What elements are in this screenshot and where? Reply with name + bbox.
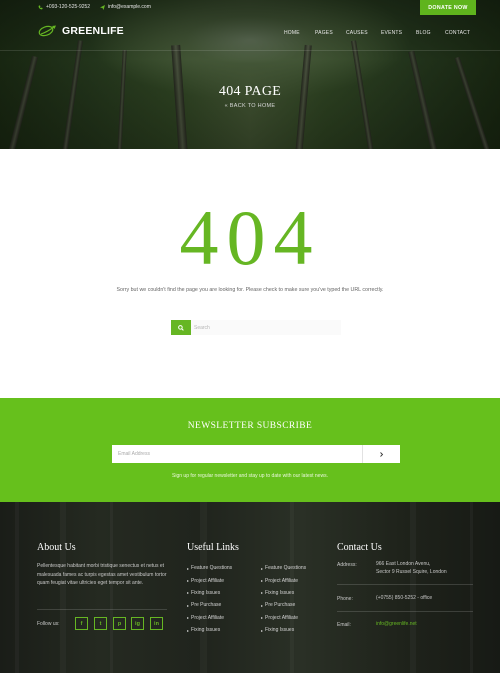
footer-link[interactable]: ▸ Project Affiliate (261, 612, 306, 624)
search-button[interactable] (171, 320, 191, 335)
footer-link-label: Project Affiliate (265, 614, 298, 621)
error-code: 404 (179, 194, 321, 281)
footer-link[interactable]: ▸ Project Affiliate (187, 612, 232, 624)
footer-about-divider (37, 609, 167, 610)
footer-link-label: Fixing Issues (265, 589, 295, 596)
contact-divider (337, 584, 473, 585)
page-header-hero: +093-120-525-9252 info@example.com DONAT… (0, 0, 500, 149)
contact-phone-label: Phone: (337, 596, 353, 602)
contact-address-value: 966 East London Avenu, Sector 9 Russel S… (376, 560, 447, 576)
caret-right-icon: ▸ (261, 627, 264, 633)
footer-link-label: Fixing Issues (191, 589, 221, 596)
footer-link[interactable]: ▸ Fixing Issues (261, 587, 306, 599)
linkedin-icon[interactable]: in (150, 617, 163, 630)
footer-link[interactable]: ▸ Fixing Issues (187, 624, 232, 636)
pinterest-icon[interactable]: p (113, 617, 126, 630)
footer-about-text: Pellentesque habitant morbi tristique se… (37, 563, 167, 587)
footer-links-column-1: ▸ Feature Questions ▸ Project Affiliate ▸ F… (187, 562, 232, 636)
forest-decoration (15, 502, 19, 673)
newsletter-note: Sign up for regular newsletter and stay … (172, 473, 328, 479)
header-divider (0, 50, 500, 51)
caret-right-icon: ▸ (187, 615, 190, 621)
search-form (171, 320, 341, 335)
footer-link[interactable]: ▸ Feature Questions (187, 562, 232, 574)
caret-right-icon: ▸ (261, 590, 264, 596)
footer-link-label: Pre Purchase (191, 602, 222, 609)
page-title: 404 PAGE (218, 84, 282, 99)
footer-link-label: Pre Purchase (265, 602, 296, 609)
newsletter-section: NEWSLETTER SUBSCRIBE Sign up for regular… (0, 398, 500, 502)
footer-links-column-2: ▸ Feature Questions ▸ Project Affiliate ▸ F… (261, 562, 306, 636)
main-navigation: HOME PAGES CAUSES EVENTS BLOG CONTACT (0, 30, 500, 38)
nav-item-pages[interactable]: PAGES (315, 30, 333, 36)
footer-link[interactable]: ▸ Pre Purchase (187, 599, 232, 611)
footer-link-label: Fixing Issues (265, 627, 295, 634)
caret-right-icon: ▸ (187, 578, 190, 584)
donate-now-button[interactable]: DONATE NOW (420, 0, 476, 15)
forest-decoration (410, 502, 416, 673)
newsletter-email-input[interactable] (112, 445, 362, 463)
caret-right-icon: ▸ (261, 615, 264, 621)
contact-address-line: Sector 9 Russel Squire, London (376, 569, 447, 575)
footer-link-label: Feature Questions (191, 565, 233, 572)
search-icon (178, 324, 184, 331)
nav-item-causes[interactable]: CAUSES (346, 30, 368, 36)
caret-right-icon: ▸ (187, 602, 190, 608)
caret-right-icon: ▸ (187, 590, 190, 596)
newsletter-submit-button[interactable] (362, 445, 400, 463)
footer-link-label: Feature Questions (265, 565, 307, 572)
topbar-email-text: info@example.com (108, 4, 151, 10)
footer-about-heading: About Us (37, 542, 76, 553)
follow-us-label: Follow us: (37, 621, 60, 627)
caret-right-icon: ▸ (261, 578, 264, 584)
nav-item-blog[interactable]: BLOG (416, 30, 431, 36)
top-bar: +093-120-525-9252 info@example.com DONAT… (0, 0, 500, 15)
nav-item-home[interactable]: HOME (284, 30, 300, 36)
breadcrumb-back-home[interactable]: « BACK TO HOME (0, 103, 500, 109)
contact-phone-value: (+0755) 850-5252 - office (376, 595, 433, 601)
newsletter-title: NEWSLETTER SUBSCRIBE (187, 421, 313, 431)
facebook-icon[interactable]: f (75, 617, 88, 630)
phone-icon (38, 5, 43, 9)
contact-address-label: Address: (337, 562, 357, 568)
newsletter-form (112, 445, 400, 463)
footer-link[interactable]: ▸ Feature Questions (261, 562, 306, 574)
footer-link-label: Project Affiliate (191, 614, 224, 621)
footer-link[interactable]: ▸ Project Affiliate (187, 574, 232, 586)
nav-item-events[interactable]: EVENTS (381, 30, 402, 36)
caret-right-icon: ▸ (261, 602, 264, 608)
error-message: Sorry but we couldn't find the page you … (116, 287, 384, 293)
footer-link[interactable]: ▸ Fixing Issues (187, 587, 232, 599)
caret-right-icon: ▸ (261, 565, 264, 571)
topbar-phone-text: +093-120-525-9252 (46, 4, 91, 10)
nav-item-contact[interactable]: CONTACT (445, 30, 470, 36)
instagram-icon[interactable]: ig (131, 617, 144, 630)
topbar-email[interactable]: info@example.com (100, 3, 151, 11)
contact-divider (337, 611, 473, 612)
footer-link[interactable]: ▸ Pre Purchase (261, 599, 306, 611)
footer-link-label: Project Affiliate (265, 577, 298, 584)
caret-right-icon: ▸ (187, 627, 190, 633)
footer-links-heading: Useful Links (187, 542, 239, 553)
forest-decoration (470, 502, 473, 673)
site-footer: About Us Pellentesque habitant morbi tri… (0, 502, 500, 673)
footer-link[interactable]: ▸ Project Affiliate (261, 574, 306, 586)
caret-right-icon: ▸ (187, 565, 190, 571)
contact-email-link[interactable]: info@greenlife.net (376, 620, 417, 628)
chevron-right-icon (380, 451, 384, 457)
search-input[interactable] (191, 320, 341, 335)
footer-link-label: Project Affiliate (191, 577, 224, 584)
topbar-phone: +093-120-525-9252 (38, 3, 90, 11)
footer-link-label: Fixing Issues (191, 627, 221, 634)
contact-address-line: 966 East London Avenu, (376, 561, 431, 567)
contact-email-label: Email: (337, 622, 351, 628)
send-icon (100, 4, 105, 10)
footer-link[interactable]: ▸ Fixing Issues (261, 624, 306, 636)
footer-contact-heading: Contact Us (337, 542, 382, 553)
twitter-icon[interactable]: t (94, 617, 107, 630)
